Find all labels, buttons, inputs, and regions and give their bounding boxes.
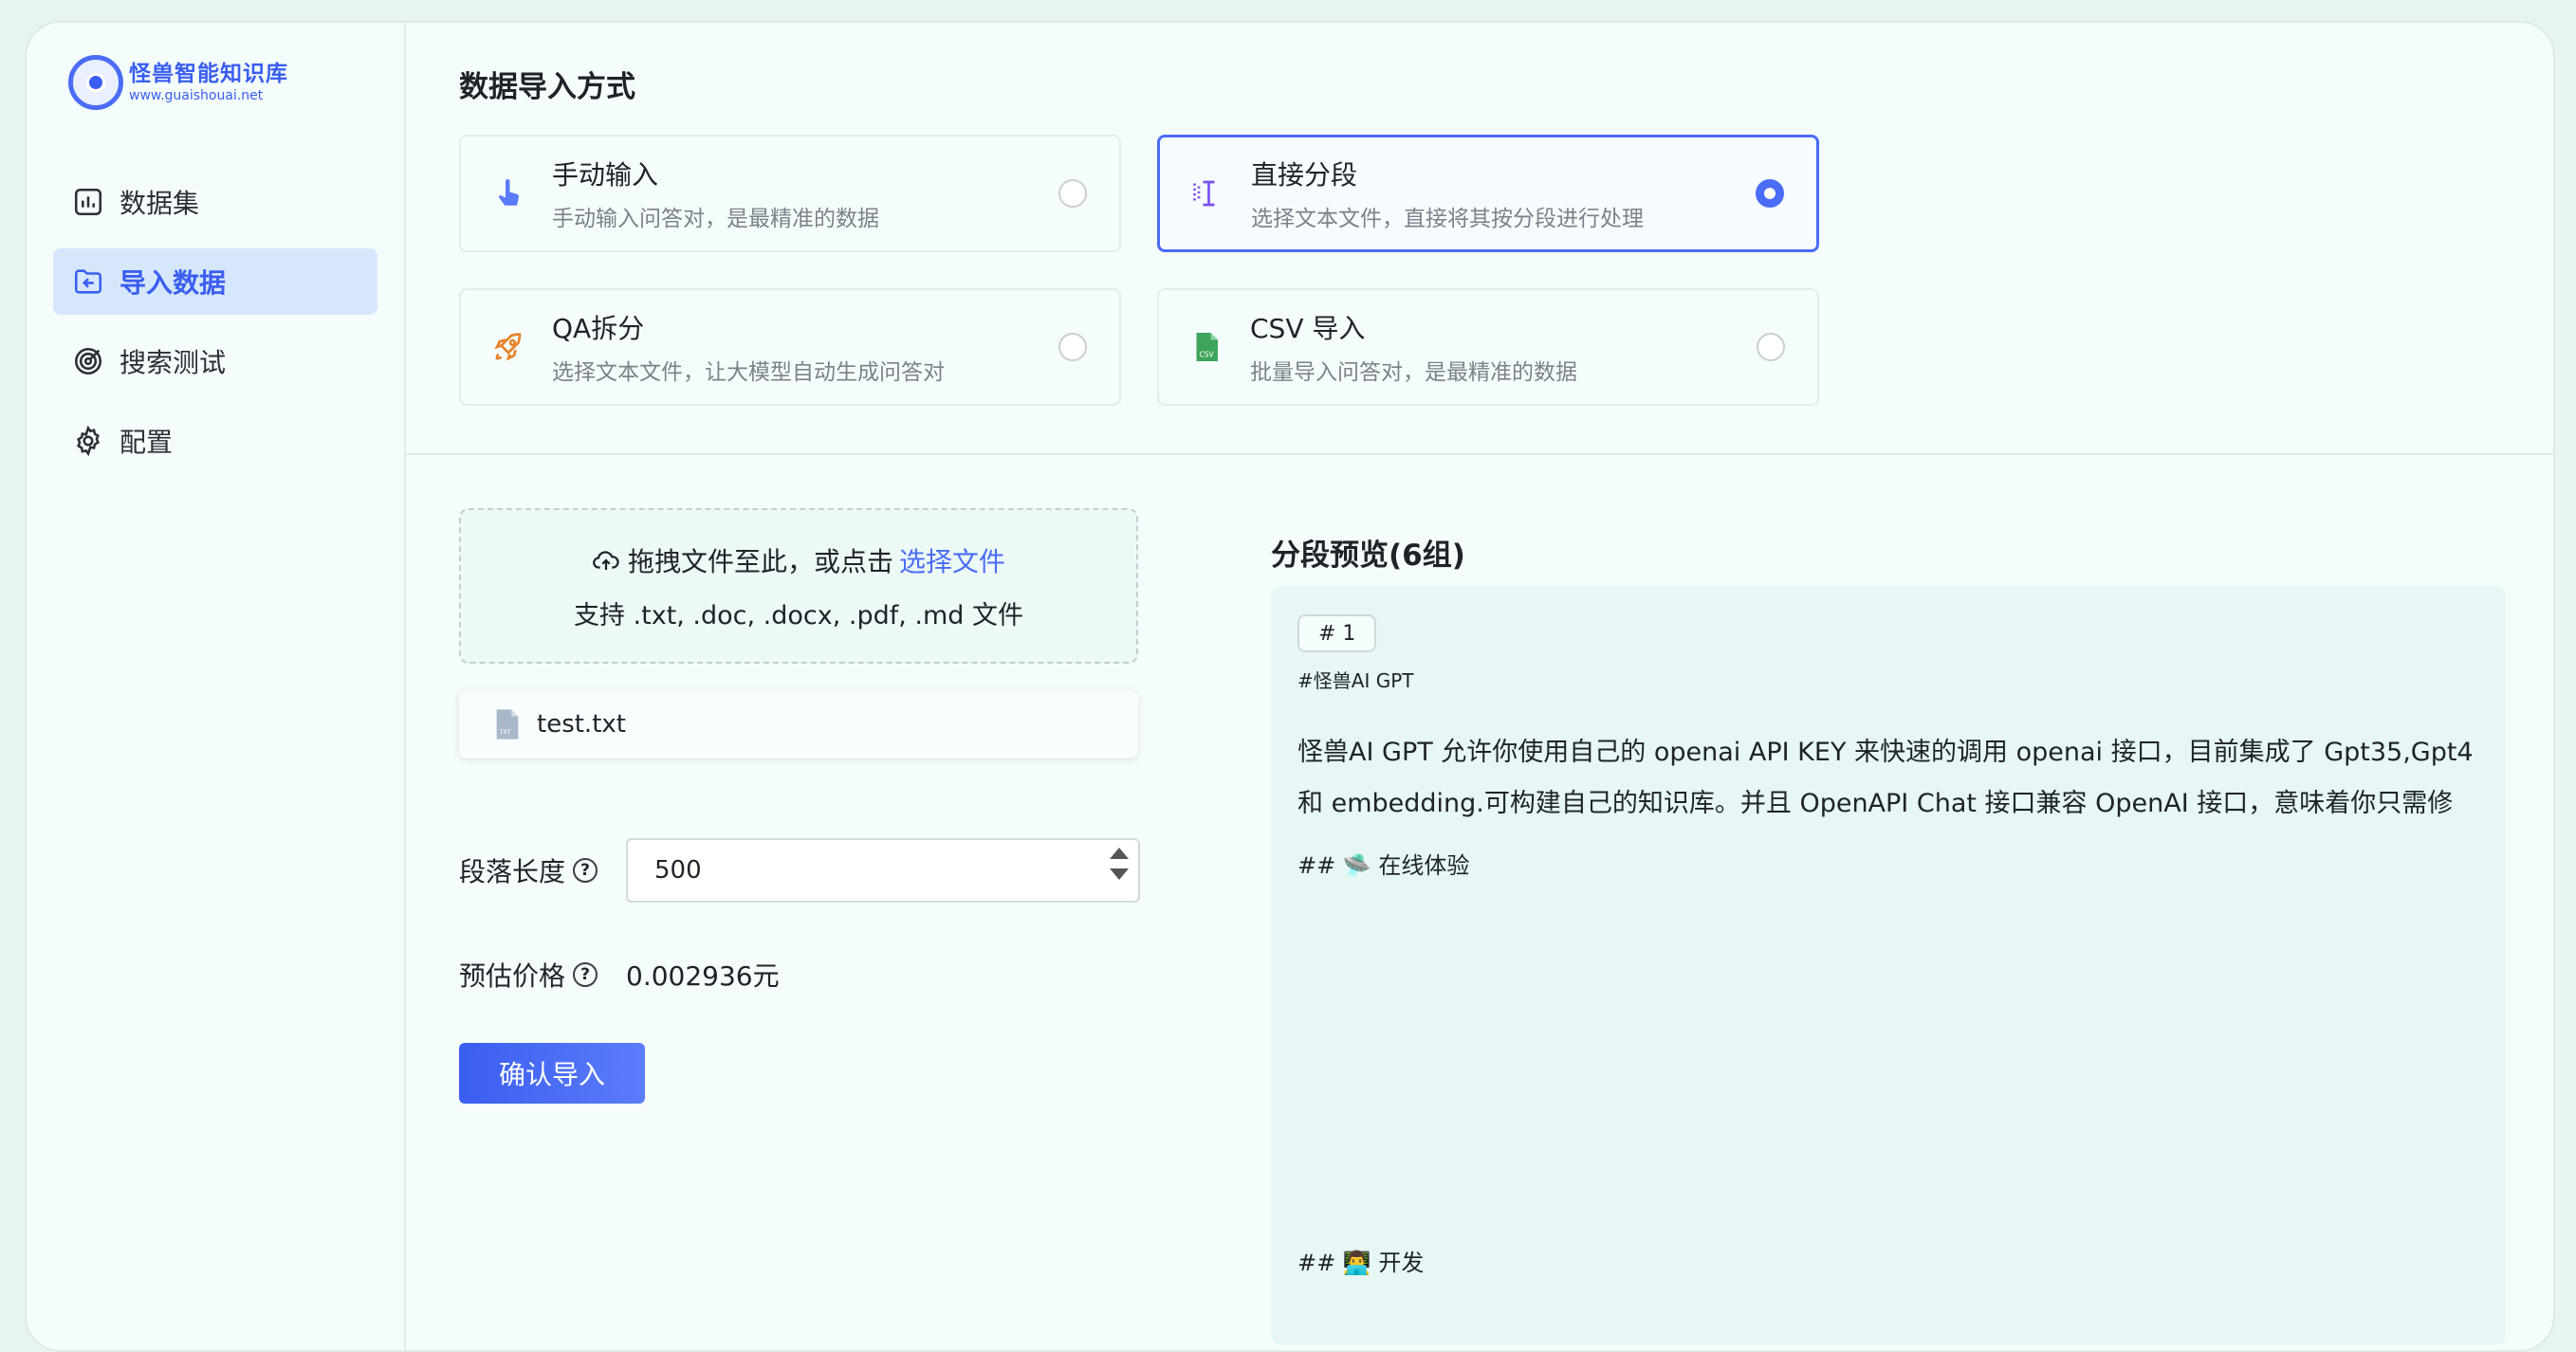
method-desc: 选择文本文件，直接将其按分段进行处理: [1251, 207, 1644, 231]
sidebar-nav: 数据集 导入数据 搜索测试 配置: [53, 169, 377, 487]
number-stepper[interactable]: [1110, 848, 1129, 880]
method-manual[interactable]: 手动输入 手动输入问答对，是最精准的数据: [459, 135, 1121, 252]
app-window: 怪兽智能知识库 www.guaishouai.net 数据集 导入数据 搜索测试…: [25, 21, 2555, 1352]
sidebar-item-dataset[interactable]: 数据集: [53, 169, 377, 235]
chunk-length-row: 段落长度 ? 500: [459, 838, 1140, 903]
sidebar-item-search-test[interactable]: 搜索测试: [53, 328, 377, 394]
file-name: test.txt: [537, 710, 626, 739]
logo[interactable]: 怪兽智能知识库 www.guaishouai.net: [68, 51, 288, 114]
chunk-content: #怪兽AI GPT 怪兽AI GPT 允许你使用自己的 openai API K…: [1297, 666, 2483, 880]
bar-chart-icon: [74, 188, 102, 216]
method-desc: 手动输入问答对，是最精准的数据: [552, 207, 879, 231]
chunk-length-value: 500: [654, 856, 702, 885]
method-title: QA拆分: [552, 313, 645, 344]
svg-text:TXT: TXT: [499, 728, 511, 736]
file-dropzone[interactable]: 拖拽文件至此，或点击 选择文件 支持 .txt, .doc, .docx, .p…: [459, 508, 1138, 664]
select-file-link[interactable]: 选择文件: [899, 541, 1005, 579]
rocket-icon: [488, 326, 529, 368]
gear-icon: [77, 425, 100, 457]
method-radio[interactable]: [1058, 333, 1087, 361]
sidebar-item-label: 搜索测试: [120, 347, 227, 378]
method-title: 直接分段: [1251, 159, 1358, 191]
chunk-index-badge: # 1: [1297, 614, 1377, 652]
method-desc: 选择文本文件，让大模型自动生成问答对: [552, 360, 945, 385]
price-row: 预估价格 ? 0.002936元: [459, 956, 780, 994]
svg-text:CSV: CSV: [1200, 351, 1215, 359]
method-csv-import[interactable]: CSV CSV 导入 批量导入问答对，是最精准的数据: [1157, 288, 1819, 406]
method-direct-split[interactable]: 直接分段 选择文本文件，直接将其按分段进行处理: [1157, 135, 1819, 252]
help-icon[interactable]: ?: [573, 962, 598, 987]
uploaded-file[interactable]: TXT test.txt: [459, 690, 1138, 758]
logo-icon: [68, 55, 123, 110]
method-desc: 批量导入问答对，是最精准的数据: [1250, 360, 1577, 385]
divider: [406, 453, 2553, 455]
csv-file-icon: CSV: [1186, 326, 1227, 368]
chunk-body-line: 和 embedding.可构建自己的知识库。并且 OpenAPI Chat 接口…: [1297, 789, 2454, 818]
logo-url: www.guaishouai.net: [129, 87, 264, 103]
upload-cloud-icon: [593, 550, 619, 570]
chunk-subheading: ## 🛸 在线体验: [1297, 852, 1470, 879]
confirm-import-button[interactable]: 确认导入: [459, 1043, 645, 1104]
main-content: 数据导入方式 手动输入 手动输入问答对，是最精准的数据 直接分段 选择文本文件，…: [406, 23, 2553, 1350]
chunk-heading: #怪兽AI GPT: [1297, 669, 1414, 692]
target-icon: [74, 347, 102, 375]
preview-title: 分段预览(6组): [1271, 539, 1465, 573]
sidebar-item-label: 导入数据: [120, 267, 227, 299]
method-title: CSV 导入: [1250, 313, 1366, 344]
section-title: 数据导入方式: [459, 70, 635, 104]
method-radio[interactable]: [1756, 179, 1784, 208]
method-radio[interactable]: [1757, 333, 1785, 361]
increment-arrow-icon[interactable]: [1110, 848, 1129, 859]
sidebar-item-label: 配置: [120, 427, 174, 458]
sidebar-item-config[interactable]: 配置: [53, 408, 377, 474]
supported-formats: 支持 .txt, .doc, .docx, .pdf, .md 文件: [573, 600, 1024, 630]
folder-import-icon: [74, 269, 102, 294]
chunk-body-line: 怪兽AI GPT 允许你使用自己的 openai API KEY 来快速的调用 …: [1297, 738, 2474, 767]
sidebar-item-label: 数据集: [120, 188, 200, 219]
hand-pointer-icon: [488, 173, 529, 214]
chunk-preview[interactable]: # 1 #怪兽AI GPT 怪兽AI GPT 允许你使用自己的 openai A…: [1271, 586, 2506, 1344]
method-qa-split[interactable]: QA拆分 选择文本文件，让大模型自动生成问答对: [459, 288, 1121, 406]
dropzone-prompt: 拖拽文件至此，或点击: [627, 545, 893, 577]
method-title: 手动输入: [552, 159, 659, 191]
text-cursor-icon: [1187, 173, 1228, 214]
chunk-length-input[interactable]: 500: [626, 838, 1140, 903]
txt-file-icon: TXT: [496, 709, 519, 740]
logo-title: 怪兽智能知识库: [129, 61, 288, 86]
sidebar-item-import[interactable]: 导入数据: [53, 248, 377, 315]
import-methods: 手动输入 手动输入问答对，是最精准的数据 直接分段 选择文本文件，直接将其按分段…: [459, 135, 1821, 410]
price-label: 预估价格: [459, 960, 566, 992]
sidebar: 怪兽智能知识库 www.guaishouai.net 数据集 导入数据 搜索测试…: [27, 23, 406, 1350]
chunk-subheading: ## 👨‍💻 开发: [1297, 1250, 1425, 1276]
price-value: 0.002936元: [626, 960, 780, 992]
method-radio[interactable]: [1058, 179, 1087, 208]
decrement-arrow-icon[interactable]: [1110, 868, 1129, 880]
chunk-length-label: 段落长度: [459, 856, 566, 887]
help-icon[interactable]: ?: [573, 858, 598, 883]
